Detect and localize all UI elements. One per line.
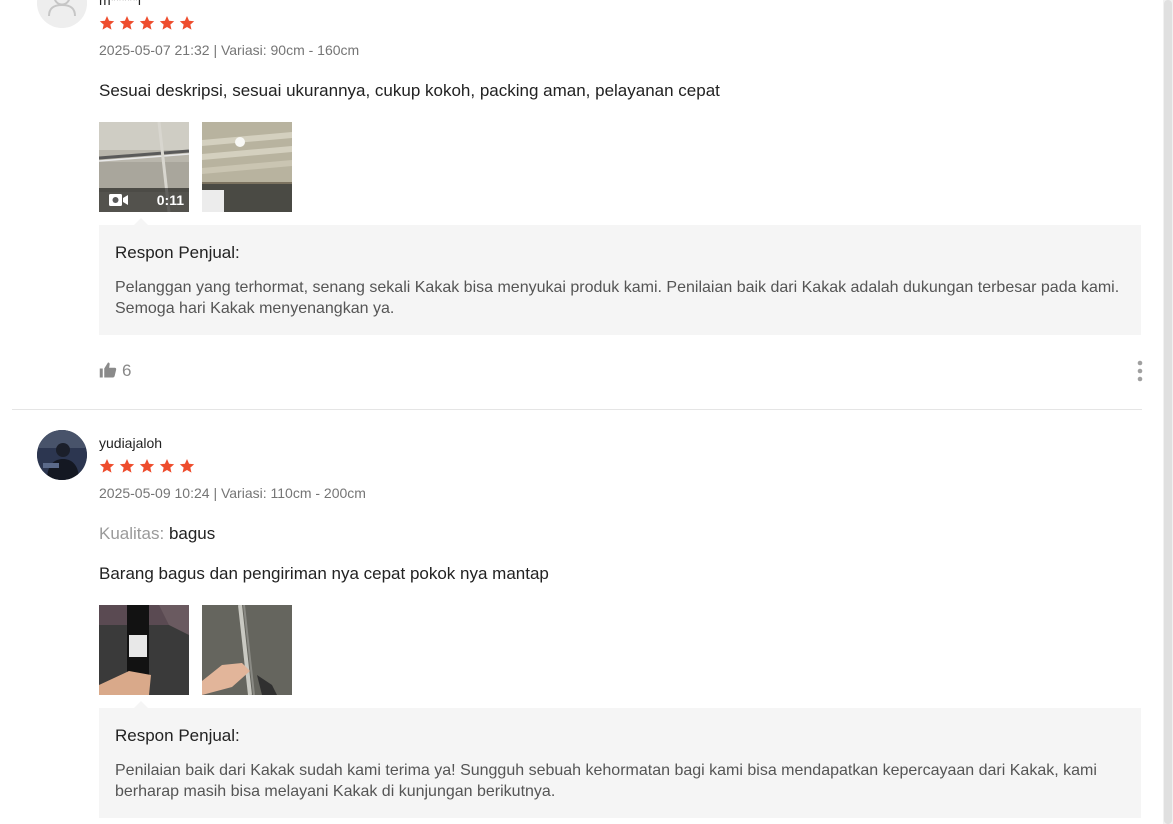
review-variation: Variasi: 90cm - 160cm	[220, 42, 360, 58]
seller-reply: Respon Penjual: Penilaian baik dari Kaka…	[99, 701, 1141, 818]
seller-reply-title: Respon Penjual:	[115, 726, 240, 745]
star-icon	[119, 16, 135, 30]
review-attribute-quality: Kualitas: bagus	[99, 524, 1141, 544]
review-comment: Sesuai deskripsi, sesuai ukurannya, cuku…	[99, 81, 720, 100]
avatar[interactable]	[37, 430, 87, 480]
avatar-photo-image	[37, 430, 87, 480]
star-icon	[139, 16, 155, 30]
review-photo-image	[202, 122, 292, 212]
user-placeholder-icon	[37, 0, 87, 28]
review-comment: Barang bagus dan pengiriman nya cepat po…	[99, 564, 549, 583]
star-icon	[179, 16, 195, 30]
quality-label: Kualitas:	[99, 524, 165, 543]
review-item: yudiajaloh 2025-05-09 10:24 | Variasi: 1…	[12, 410, 1142, 824]
review-photo-image	[202, 605, 292, 695]
quality-value: bagus	[168, 524, 216, 543]
review-actions: 6	[99, 360, 1143, 382]
review-media	[99, 605, 1141, 695]
reviewer-username[interactable]: yudiajaloh	[99, 434, 1141, 452]
rating-stars	[99, 458, 1141, 475]
scrollbar-track[interactable]	[1163, 0, 1173, 824]
star-icon	[159, 459, 175, 473]
rating-stars	[99, 15, 1141, 32]
review-photo-thumbnail[interactable]	[99, 605, 189, 695]
star-icon	[99, 459, 115, 473]
review-photo-image	[99, 605, 189, 695]
seller-reply-title: Respon Penjual:	[115, 243, 240, 262]
review-video-thumbnail[interactable]: 0:11	[99, 122, 189, 212]
review-media: 0:11	[99, 122, 1141, 212]
thumbs-up-icon[interactable]	[99, 361, 117, 379]
scrollbar-thumb[interactable]	[1164, 0, 1172, 824]
review-photo-thumbnail[interactable]	[202, 605, 292, 695]
more-vertical-icon[interactable]	[1137, 360, 1143, 382]
review-meta: 2025-05-09 10:24 | Variasi: 110cm - 200c…	[99, 484, 1141, 502]
meta-separator: |	[213, 485, 218, 501]
review-meta: 2025-05-07 21:32 | Variasi: 90cm - 160cm	[99, 41, 1141, 59]
review-item: m*****l 2025-05-07 21:32 | Variasi: 90cm…	[12, 0, 1143, 410]
review-date: 2025-05-09 10:24	[99, 485, 210, 501]
reviewer-username[interactable]: m*****l	[99, 0, 1141, 9]
star-icon	[99, 16, 115, 30]
video-overlay: 0:11	[99, 188, 189, 212]
review-photo-thumbnail[interactable]	[202, 122, 292, 212]
like-count: 6	[122, 361, 132, 380]
seller-reply-text: Pelanggan yang terhormat, senang sekali …	[115, 279, 1120, 317]
review-date: 2025-05-07 21:32	[99, 42, 210, 58]
star-icon	[179, 459, 195, 473]
seller-reply-text: Penilaian baik dari Kakak sudah kami ter…	[115, 762, 1097, 800]
video-camera-icon	[109, 194, 128, 206]
star-icon	[159, 16, 175, 30]
star-icon	[139, 459, 155, 473]
video-duration: 0:11	[156, 192, 184, 208]
avatar[interactable]	[37, 0, 87, 28]
star-icon	[119, 459, 135, 473]
seller-reply: Respon Penjual: Pelanggan yang terhormat…	[99, 218, 1141, 335]
review-variation: Variasi: 110cm - 200cm	[220, 485, 366, 501]
meta-separator: |	[213, 42, 218, 58]
